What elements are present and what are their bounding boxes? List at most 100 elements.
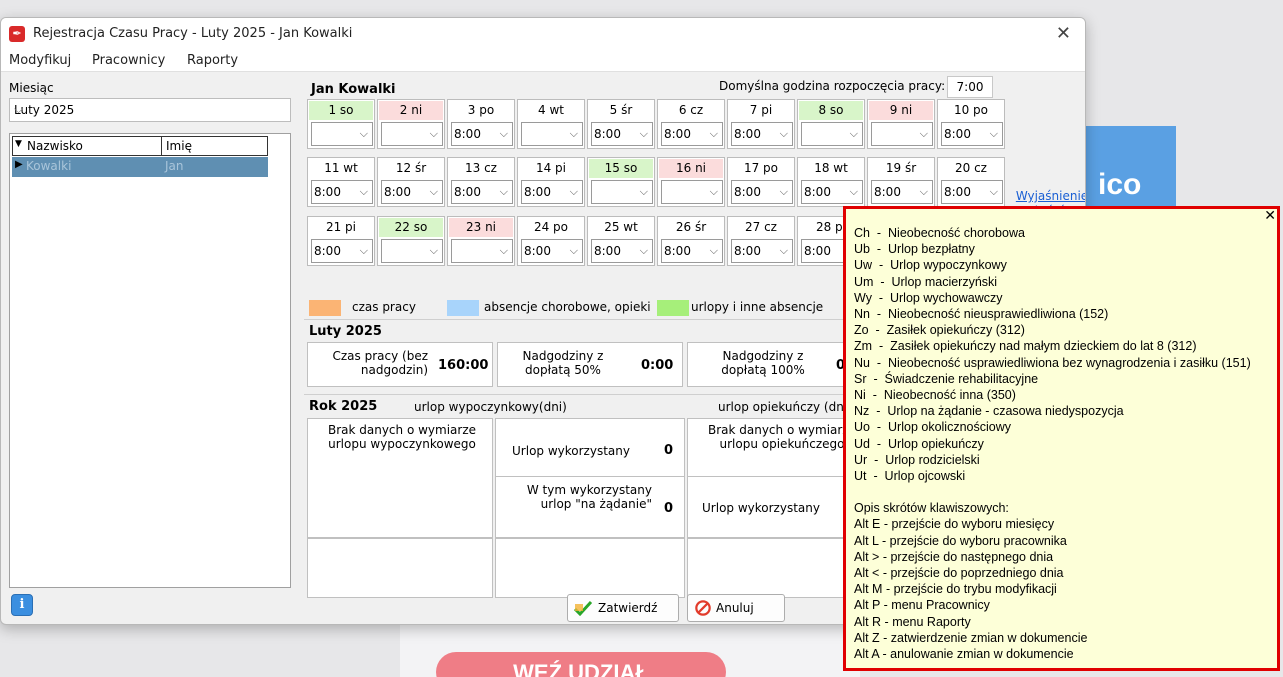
column-header-name[interactable]: Imię [161,136,268,156]
day-time-select[interactable]: 8:00 ⌵ [871,180,933,204]
day-time-select[interactable]: 8:00 ⌵ [941,180,1003,204]
chevron-down-icon: ⌵ [14,102,24,116]
day-time-select[interactable]: ⌵ [591,180,653,204]
day-time-select[interactable]: ⌵ [451,239,513,263]
day-time-select[interactable]: 8:00 ⌵ [451,180,513,204]
day-time-select[interactable]: 8:00 ⌵ [731,239,793,263]
day-cell: 11 wt 8:00 ⌵ [307,157,375,207]
day-time-select[interactable]: ⌵ [661,180,723,204]
shortcut-item: Alt M - przejście do trybu modyfikacji [854,582,1057,597]
day-label: 22 so [379,218,443,237]
start-time-input[interactable]: 7:00 [947,76,993,98]
checkmark-icon [574,600,592,616]
chevron-down-icon: ⌵ [639,244,648,257]
day-cell: 4 wt ⌵ [517,99,585,149]
month-select[interactable]: Luty 2025 ⌵ [9,98,291,122]
day-cell: 25 wt 8:00 ⌵ [587,216,655,266]
vacation-nodata-text: Brak danych o wymiarze urlopu wypoczynko… [327,423,477,451]
day-time-select[interactable]: ⌵ [801,122,863,146]
day-cell: 17 po 8:00 ⌵ [727,157,795,207]
day-label: 19 śr [885,161,917,175]
cancel-button[interactable]: Anuluj [687,594,785,622]
day-time-select[interactable]: 8:00 ⌵ [381,180,443,204]
month-summary-title: Luty 2025 [309,324,382,339]
day-cell: 6 cz 8:00 ⌵ [657,99,725,149]
day-time-value: 8:00 [944,127,971,141]
menu-pracownicy[interactable]: Pracownicy [92,53,165,68]
info-icon[interactable]: i [11,594,33,616]
shortcut-item: Alt E - przejście do wyboru miesięcy [854,517,1055,532]
day-time-select[interactable]: 8:00 ⌵ [731,180,793,204]
day-time-value: 8:00 [804,244,831,258]
work-time-label: Czas pracy (bez nadgodzin) [332,349,429,377]
table-row[interactable]: ▶ Kowalki [12,157,162,177]
day-label: 8 so [799,101,863,120]
day-time-select[interactable]: 8:00 ⌵ [311,239,373,263]
employee-name: Jan Kowalki [311,82,396,97]
abbreviation-item: Uw - Urlop wypoczynkowy [854,258,1007,273]
menu-modyfikuj[interactable]: Modyfikuj [9,53,71,68]
chevron-down-icon: ⌵ [429,244,438,257]
abbreviation-item: Ur - Urlop rodzicielski [854,452,980,467]
day-time-select[interactable]: ⌵ [311,122,373,146]
day-time-select[interactable]: ⌵ [381,239,443,263]
row-name[interactable]: Jan [161,157,268,177]
close-icon[interactable]: ✕ [1056,23,1071,44]
day-time-value: 8:00 [734,127,761,141]
shortcut-item: Alt Z - zatwierdzenie zmian w dokumencie [854,630,1088,645]
day-cell: 15 so ⌵ [587,157,655,207]
day-time-select[interactable]: 8:00 ⌵ [311,180,373,204]
day-label: 15 so [589,159,653,178]
day-time-select[interactable]: 8:00 ⌵ [731,122,793,146]
legend-swatch-sick [447,300,479,316]
day-time-select[interactable]: 8:00 ⌵ [591,122,653,146]
employee-grid: ▼ Nazwisko Imię ▶ Kowalki Jan [9,133,291,588]
overtime-50-label: Nadgodziny z dopłatą 50% [522,349,604,377]
shortcut-item: Alt > - przejście do następnego dnia [854,549,1054,564]
empty-cell [495,538,685,598]
chevron-down-icon: ⌵ [569,127,578,140]
work-time-value: 160:00 [438,358,489,373]
day-cell: 23 ni ⌵ [447,216,515,266]
day-time-select[interactable]: 8:00 ⌵ [521,239,583,263]
on-demand-cell: W tym wykorzystany urlop "na żądanie" 0 [495,476,685,538]
vacation-used-label: Urlop wykorzystany [512,444,630,458]
chevron-down-icon: ⌵ [709,127,718,140]
day-time-value: 8:00 [454,127,481,141]
day-time-select[interactable]: 8:00 ⌵ [591,239,653,263]
abbreviation-item: Nn - Nieobecność nieusprawiedliwiona (15… [854,307,1109,322]
day-time-select[interactable]: 8:00 ⌵ [661,122,723,146]
day-time-select[interactable]: 8:00 ⌵ [801,180,863,204]
confirm-button-label: Zatwierdź [598,601,658,615]
overtime-50-cell: Nadgodziny z dopłatą 50% 0:00 [497,342,683,387]
confirm-button[interactable]: Zatwierdź [567,594,679,622]
chevron-down-icon: ⌵ [989,185,998,198]
day-cell: 13 cz 8:00 ⌵ [447,157,515,207]
background-cta-button[interactable]: WEŹ UDZIAŁ [436,652,726,677]
vacation-header: urlop wypoczynkowy(dni) [414,400,567,414]
chevron-down-icon: ⌵ [779,185,788,198]
day-time-select[interactable]: ⌵ [521,122,583,146]
day-time-select[interactable]: 8:00 ⌵ [451,122,513,146]
close-icon[interactable]: ✕ [1264,208,1276,224]
chevron-down-icon: ⌵ [359,127,368,140]
day-time-select[interactable]: ⌵ [871,122,933,146]
day-time-select[interactable]: 8:00 ⌵ [521,180,583,204]
day-label: 4 wt [538,103,564,117]
abbreviation-item: Nu - Nieobecność usprawiedliwiona bez wy… [854,355,1251,370]
menu-raporty[interactable]: Raporty [187,53,238,68]
day-time-select[interactable]: ⌵ [381,122,443,146]
day-label: 27 cz [745,220,777,234]
abbreviation-item: Ud - Urlop opiekuńczy [854,436,984,451]
chevron-down-icon: ⌵ [429,185,438,198]
vacation-used-value: 0 [664,443,674,458]
abbreviation-item: Wy - Urlop wychowawczy [854,290,1003,305]
day-time-select[interactable]: 8:00 ⌵ [661,239,723,263]
day-time-value: 8:00 [524,244,551,258]
day-label: 10 po [953,103,989,117]
day-time-select[interactable]: 8:00 ⌵ [941,122,1003,146]
column-header-surname[interactable]: ▼ Nazwisko [12,136,162,156]
day-label: 21 pi [325,220,357,234]
chevron-down-icon: ⌵ [359,244,368,257]
